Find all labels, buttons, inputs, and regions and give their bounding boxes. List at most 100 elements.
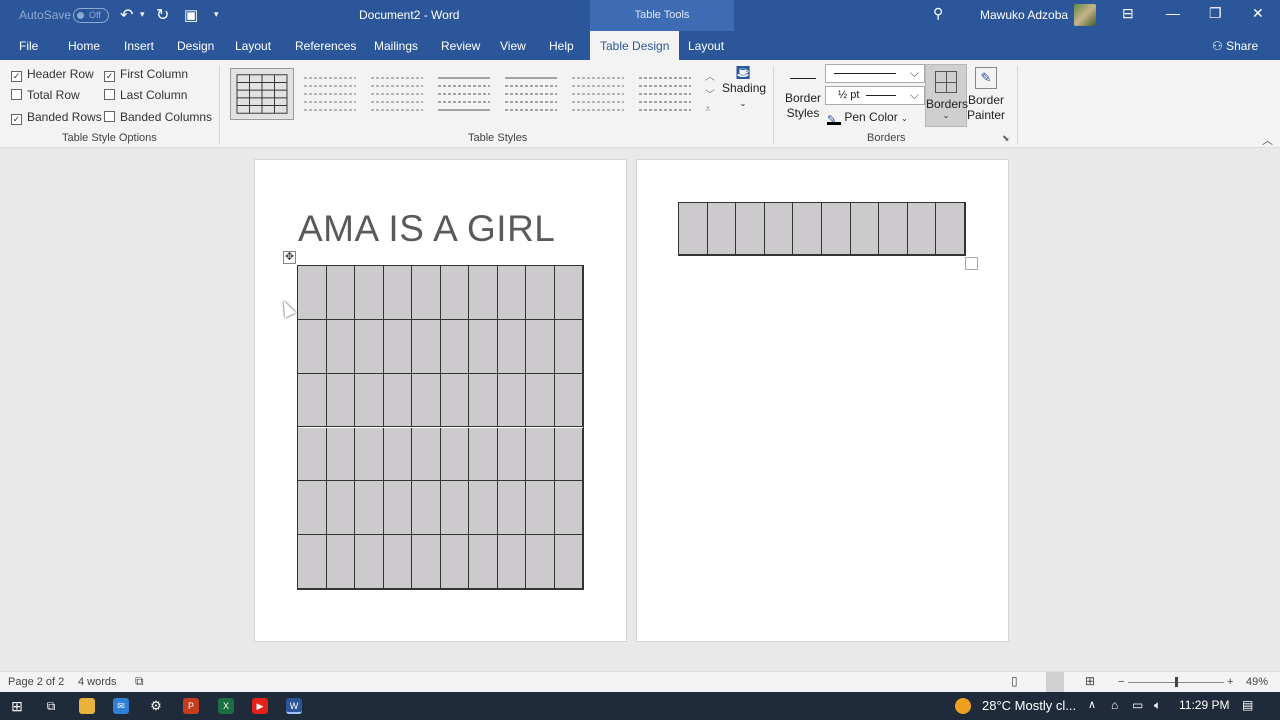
tab-home[interactable]: Home: [68, 39, 100, 53]
table-cell[interactable]: [440, 427, 469, 482]
share-button[interactable]: ⚇ Share: [1212, 39, 1258, 53]
mail-icon[interactable]: ✉: [113, 698, 129, 714]
table-cell[interactable]: [469, 266, 498, 320]
table-resize-handle[interactable]: [965, 257, 978, 270]
table-cell[interactable]: [298, 481, 327, 536]
table-cell[interactable]: [764, 203, 794, 255]
network-icon[interactable]: ⌂: [1111, 698, 1118, 712]
shaded-table-2[interactable]: [678, 202, 966, 256]
tab-review[interactable]: Review: [441, 39, 480, 53]
table-cell[interactable]: [526, 373, 555, 428]
table-cell[interactable]: [907, 203, 937, 255]
table-cell[interactable]: [440, 535, 469, 589]
read-mode-icon[interactable]: ▯: [1011, 674, 1018, 688]
table-cell[interactable]: [526, 266, 555, 320]
shading-button[interactable]: ⛾ Shading ⌄: [722, 63, 766, 111]
notifications-icon[interactable]: ▤: [1242, 698, 1253, 712]
table-cell[interactable]: [326, 319, 355, 374]
tab-table-design[interactable]: Table Design: [590, 31, 680, 60]
table-cell[interactable]: [793, 203, 822, 255]
banded-rows-checkbox[interactable]: ✓ Banded Rows: [11, 110, 102, 125]
table-cell[interactable]: [326, 481, 355, 536]
table-cell[interactable]: [736, 203, 765, 255]
tab-references[interactable]: References: [295, 39, 356, 53]
table-move-handle-icon[interactable]: ✥: [283, 251, 296, 264]
print-layout-icon[interactable]: [1046, 672, 1064, 692]
table-cell[interactable]: [440, 266, 469, 320]
autosave-toggle[interactable]: Off: [73, 8, 109, 23]
table-cell[interactable]: [412, 535, 441, 589]
gallery-more-icon[interactable]: ⩡: [705, 104, 711, 115]
shaded-table-1[interactable]: [297, 265, 584, 590]
table-cell[interactable]: [469, 535, 498, 589]
table-cell[interactable]: [412, 266, 441, 320]
first-column-checkbox[interactable]: ✓ First Column: [104, 67, 188, 82]
excel-icon[interactable]: X: [218, 698, 234, 714]
minimize-icon[interactable]: —: [1166, 5, 1180, 21]
table-cell[interactable]: [526, 535, 555, 589]
tab-layout[interactable]: Layout: [235, 39, 271, 53]
table-style-plain-5[interactable]: [566, 68, 630, 120]
youtube-icon[interactable]: ▶: [252, 698, 268, 714]
tab-file[interactable]: File: [19, 39, 38, 53]
table-cell[interactable]: [554, 373, 583, 428]
table-cell[interactable]: [383, 266, 412, 320]
table-cell[interactable]: [822, 203, 851, 255]
table-style-plain-6[interactable]: [633, 68, 697, 120]
table-cell[interactable]: [554, 266, 583, 320]
file-explorer-icon[interactable]: [79, 698, 95, 714]
battery-icon[interactable]: ▭: [1132, 698, 1143, 712]
table-style-grid[interactable]: [230, 68, 294, 120]
undo-icon[interactable]: ↶: [120, 5, 133, 25]
table-cell[interactable]: [326, 373, 355, 428]
powerpoint-icon[interactable]: P: [183, 698, 199, 714]
table-cell[interactable]: [497, 319, 526, 374]
table-cell[interactable]: [355, 535, 384, 589]
total-row-checkbox[interactable]: Total Row: [11, 88, 80, 102]
volume-icon[interactable]: 🔈︎: [1154, 698, 1161, 713]
table-cell[interactable]: [440, 373, 469, 428]
search-icon[interactable]: ⚲: [933, 5, 943, 22]
table-cell[interactable]: [383, 481, 412, 536]
table-cell[interactable]: [440, 481, 469, 536]
table-cell[interactable]: [298, 535, 327, 589]
zoom-level[interactable]: 49%: [1246, 676, 1268, 688]
last-column-checkbox[interactable]: Last Column: [104, 88, 187, 102]
table-cell[interactable]: [707, 203, 737, 255]
web-layout-icon[interactable]: ⊞: [1085, 674, 1095, 688]
settings-gear-icon[interactable]: ⚙: [148, 698, 164, 714]
close-icon[interactable]: ✕: [1252, 5, 1264, 22]
table-cell[interactable]: [526, 319, 555, 374]
table-style-plain-4[interactable]: [499, 68, 563, 120]
table-cell[interactable]: [469, 427, 498, 482]
avatar[interactable]: [1074, 4, 1096, 26]
table-cell[interactable]: [469, 481, 498, 536]
banded-columns-checkbox[interactable]: Banded Columns: [104, 110, 212, 124]
table-cell[interactable]: [412, 319, 441, 374]
table-cell[interactable]: [298, 373, 327, 428]
task-view-icon[interactable]: ⧉: [43, 698, 59, 714]
table-style-plain-3[interactable]: [432, 68, 496, 120]
table-cell[interactable]: [326, 266, 355, 320]
proofing-icon[interactable]: ⧉: [135, 674, 144, 689]
table-cell[interactable]: [469, 373, 498, 428]
table-cell[interactable]: [412, 373, 441, 428]
customize-toolbar-icon[interactable]: ▾: [214, 9, 219, 20]
table-style-plain-1[interactable]: [298, 68, 362, 120]
table-cell[interactable]: [383, 427, 412, 482]
border-painter-button[interactable]: ✎ Border Painter: [966, 66, 1006, 123]
table-cell[interactable]: [355, 481, 384, 536]
table-cell[interactable]: [298, 266, 327, 320]
table-style-plain-2[interactable]: [365, 68, 429, 120]
table-cell[interactable]: [440, 319, 469, 374]
dialog-launcher-icon[interactable]: ⬊: [1002, 133, 1010, 144]
table-cell[interactable]: [554, 535, 583, 589]
table-cell[interactable]: [554, 319, 583, 374]
pen-color-button[interactable]: ✎ Pen Color ⌄: [827, 110, 908, 126]
table-cell[interactable]: [326, 427, 355, 482]
gallery-up-icon[interactable]: ︿: [705, 68, 715, 83]
restore-icon[interactable]: ❐: [1209, 5, 1222, 22]
table-cell[interactable]: [469, 319, 498, 374]
line-style-dropdown[interactable]: ⌵: [825, 64, 925, 83]
table-cell[interactable]: [355, 427, 384, 482]
